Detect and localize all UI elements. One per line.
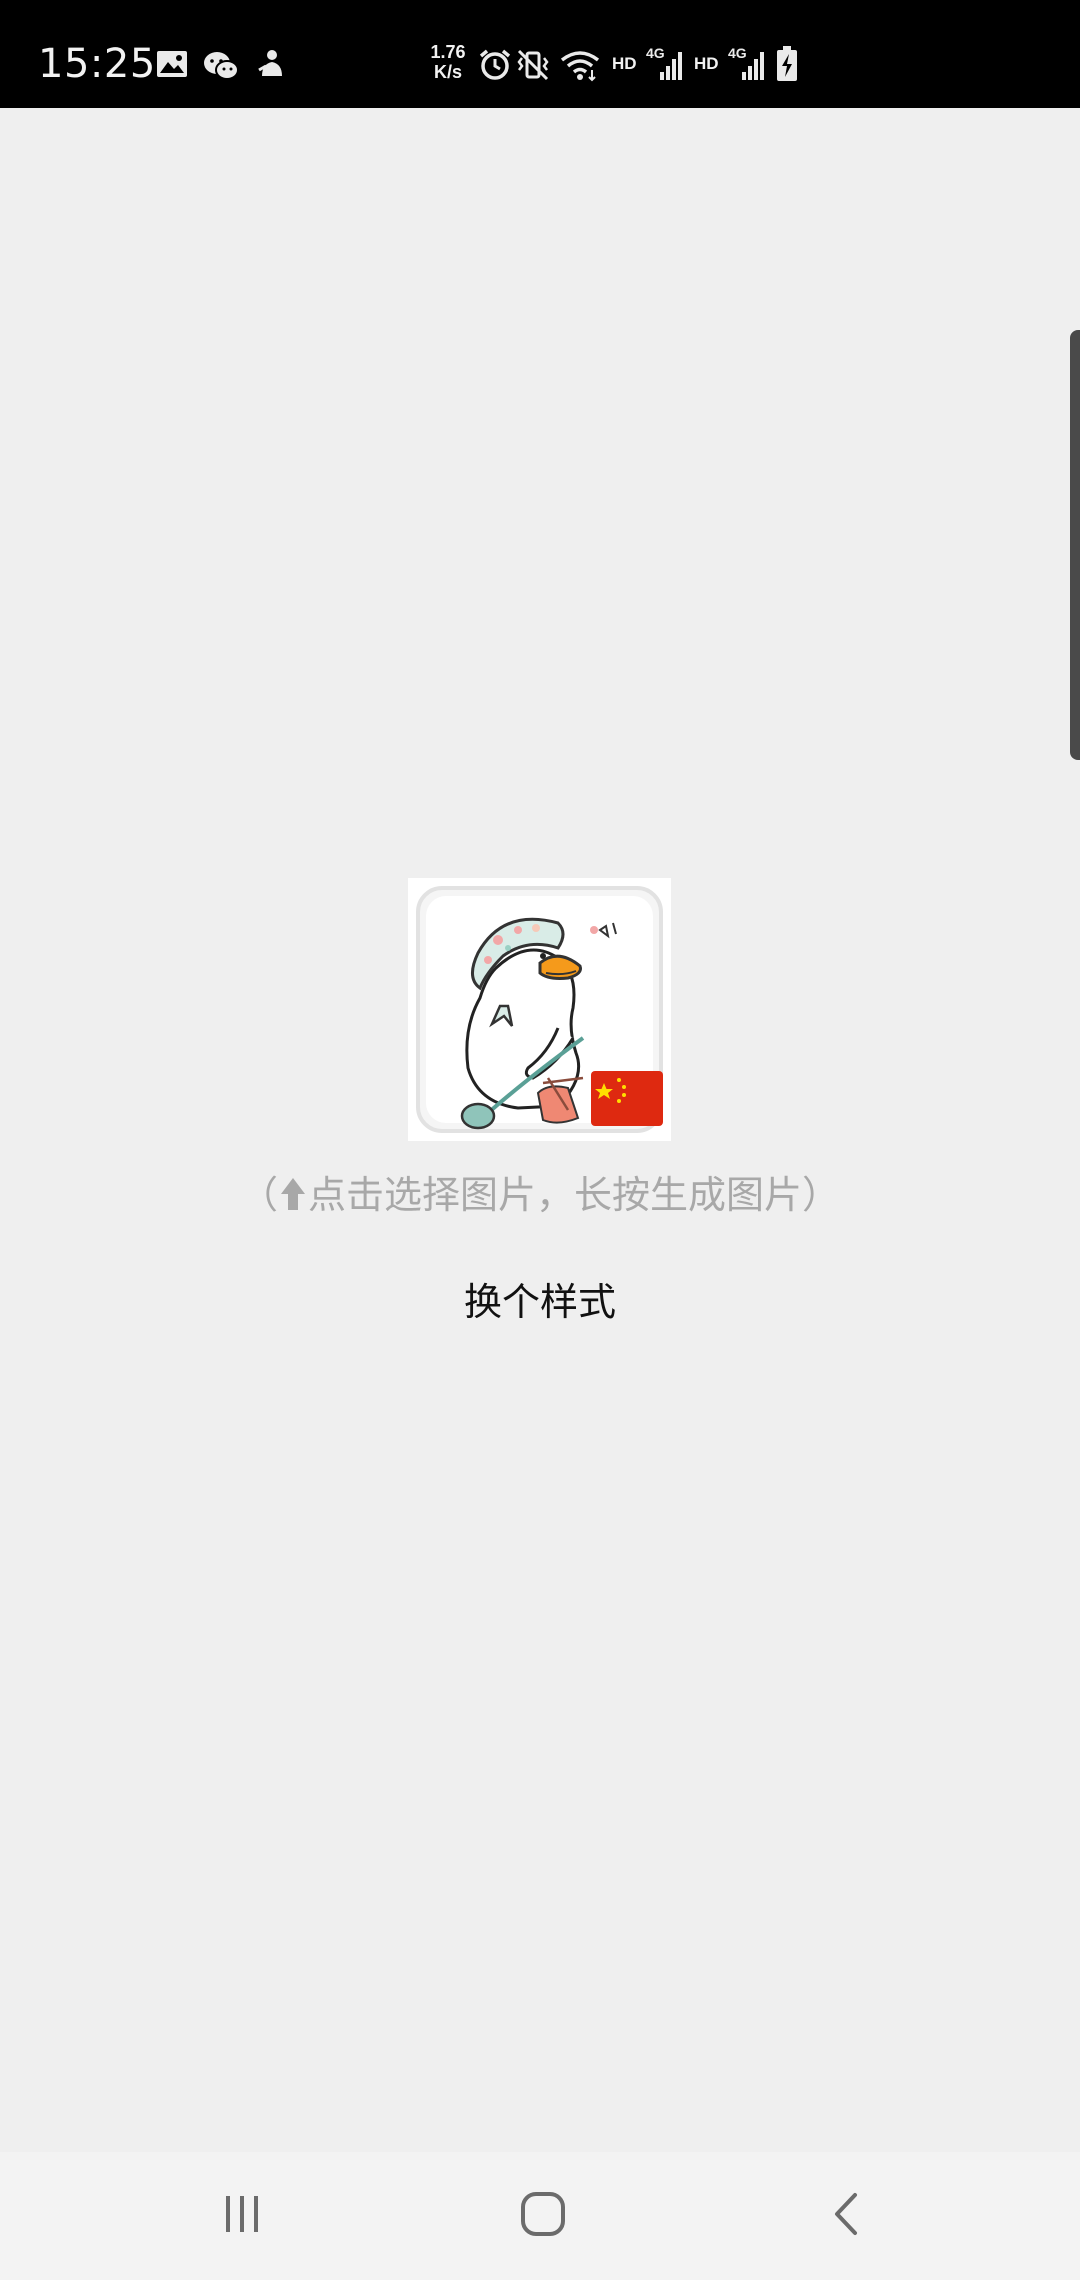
battery-charging-icon: [776, 46, 798, 86]
gallery-icon: [156, 50, 188, 82]
hint-text: 点击选择图片，长按生成图片）: [308, 1173, 841, 1217]
back-button[interactable]: [756, 2152, 936, 2280]
change-style-button[interactable]: 换个样式: [420, 1270, 660, 1334]
status-time: 15:25: [38, 41, 156, 87]
back-icon: [831, 2191, 861, 2241]
net-speed-value: 1.76: [430, 42, 466, 62]
wifi-icon: [558, 48, 602, 86]
home-icon: [520, 2191, 566, 2241]
status-bar: 15:25 1.76 K/s HD 4G HD 4G: [0, 0, 1080, 108]
home-button[interactable]: [453, 2152, 633, 2280]
hint-prefix: （: [239, 1173, 278, 1217]
hd-label-2: HD: [694, 54, 719, 73]
net-speed: 1.76 K/s: [424, 42, 472, 82]
edge-panel-handle[interactable]: [1070, 330, 1080, 760]
net-speed-unit: K/s: [433, 62, 462, 82]
select-image-hint: （ 点击选择图片，长按生成图片）: [0, 1170, 1080, 1224]
app-notification-icon: [256, 48, 286, 84]
up-arrow-icon: [280, 1174, 306, 1224]
wechat-icon: [202, 50, 240, 86]
recent-apps-button[interactable]: [152, 2152, 332, 2280]
svg-text:4G: 4G: [646, 45, 665, 61]
svg-text:4G: 4G: [728, 45, 747, 61]
recent-apps-icon: [220, 2194, 264, 2238]
goose-avatar-image[interactable]: [408, 878, 671, 1141]
navigation-bar: [0, 2152, 1080, 2280]
alarm-icon: [478, 48, 512, 86]
hd-label-1: HD: [612, 54, 637, 73]
signal-4g-icon: 4G: [728, 44, 768, 86]
signal-4g-icon: 4G: [646, 44, 686, 86]
vibrate-icon: [516, 48, 550, 86]
